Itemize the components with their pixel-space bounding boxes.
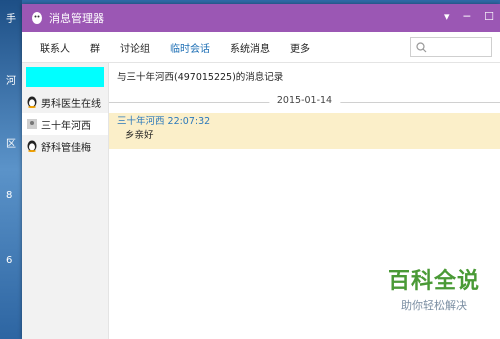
desktop-glyph: 区	[6, 139, 16, 150]
message-item[interactable]: 三十年河西 22:07:32 乡亲好	[109, 113, 500, 149]
message-panel: 与三十年河西(497015225)的消息记录 2015-01-14 三十年河西 …	[109, 63, 500, 339]
message-text: 乡亲好	[125, 130, 154, 141]
contact-item[interactable]: 舒科管佳梅	[22, 135, 108, 157]
avatar-icon	[27, 119, 37, 129]
desktop-glyph: 8	[6, 190, 13, 201]
contact-sidebar: 男科医生在线 三十年河西 舒科管佳梅	[22, 63, 109, 339]
contact-item-selected[interactable]: 三十年河西	[22, 113, 108, 135]
tab-groups[interactable]: 群	[80, 40, 110, 55]
desktop-glyph: 6	[6, 255, 13, 266]
minimize-button[interactable]: ▾	[444, 10, 450, 23]
minimize-window-button[interactable]: ─	[464, 10, 471, 23]
history-header: 与三十年河西(497015225)的消息记录	[117, 72, 284, 83]
date-divider: 2015-01-14	[109, 93, 500, 111]
tab-temp-session[interactable]: 临时会话	[160, 40, 220, 55]
tab-discussion[interactable]: 讨论组	[110, 40, 160, 55]
message-manager-window: 消息管理器 ▾ ─ ☐ 联系人 群 讨论组 临时会话 系统消息 更多 男科医生在…	[22, 4, 500, 339]
search-input[interactable]	[410, 37, 492, 57]
desktop-strip: 手 河 区 8 6	[0, 0, 22, 339]
redacted-block	[26, 67, 104, 87]
watermark-main: 百科全说	[387, 269, 480, 294]
search-icon	[416, 41, 427, 52]
tab-system-messages[interactable]: 系统消息	[220, 40, 280, 55]
window-title: 消息管理器	[49, 12, 104, 25]
title-bar[interactable]: 消息管理器 ▾ ─ ☐	[22, 4, 500, 32]
message-meta: 三十年河西 22:07:32	[117, 116, 211, 127]
maximize-button[interactable]: ☐	[484, 10, 494, 23]
watermark-sub: 助你轻松解决	[400, 299, 467, 312]
date-label: 2015-01-14	[268, 95, 341, 106]
contact-name: 舒科管佳梅	[41, 142, 91, 154]
qq-logo-icon	[32, 12, 42, 24]
watermark: 百科全说 助你轻松解决	[388, 263, 480, 313]
contact-item[interactable]: 男科医生在线	[22, 91, 108, 113]
penguin-icon	[27, 140, 37, 152]
tab-contacts[interactable]: 联系人	[30, 40, 80, 55]
tab-more[interactable]: 更多	[280, 40, 320, 55]
desktop-glyph: 河	[6, 76, 16, 87]
contact-name: 三十年河西	[41, 120, 91, 132]
desktop-glyph: 手	[6, 14, 16, 25]
penguin-icon	[27, 96, 37, 108]
contact-name: 男科医生在线	[41, 98, 101, 110]
nav-tabs: 联系人 群 讨论组 临时会话 系统消息 更多	[22, 32, 500, 63]
